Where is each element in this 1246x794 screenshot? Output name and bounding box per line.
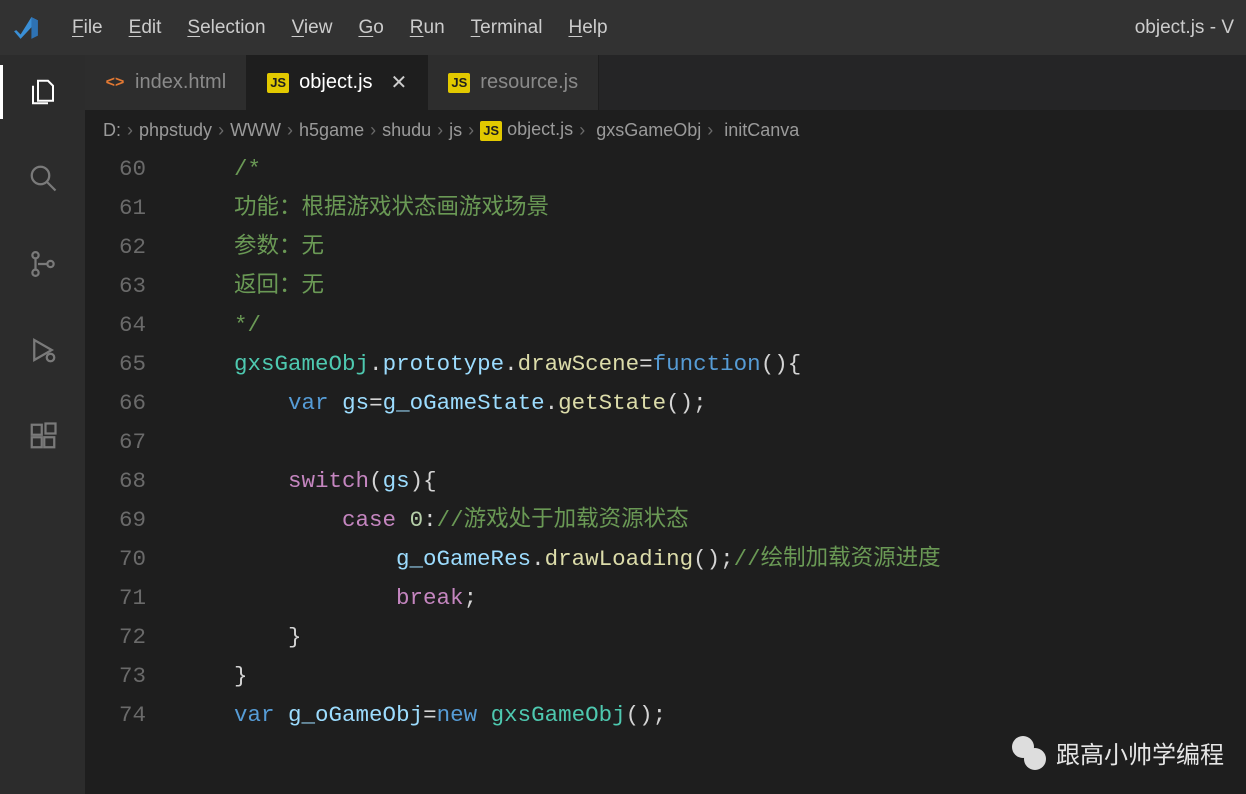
tab-label: index.html (135, 71, 226, 94)
wechat-icon (1012, 736, 1046, 770)
line-number: 74 (85, 696, 146, 735)
code-line[interactable]: switch(gs){ (180, 462, 1246, 501)
tab-object-js[interactable]: JS object.js ✕ (247, 55, 428, 110)
line-number: 69 (85, 501, 146, 540)
search-icon[interactable] (26, 161, 60, 195)
breadcrumb[interactable]: D: › phpstudy › WWW › h5game › shudu › js › JS objec… (85, 110, 1246, 150)
menu-bar: File Edit Selection View Go Run Terminal Help (72, 17, 608, 39)
chevron-right-icon: › (468, 120, 474, 141)
vscode-logo-icon (12, 14, 40, 42)
extensions-icon[interactable] (26, 419, 60, 453)
code-line[interactable] (180, 423, 1246, 462)
watermark: 跟高小帅学编程 (1012, 735, 1224, 770)
breadcrumb-item[interactable]: initCanva (719, 120, 799, 141)
code-line[interactable]: gxsGameObj.prototype.drawScene=function(… (180, 345, 1246, 384)
tab-bar: <> index.html JS object.js ✕ JS resource.js (85, 55, 1246, 110)
line-number: 73 (85, 657, 146, 696)
line-number: 66 (85, 384, 146, 423)
code-line[interactable]: var gs=g_oGameState.getState(); (180, 384, 1246, 423)
code-line[interactable]: 功能：根据游戏状态画游戏场景 (180, 189, 1246, 228)
breadcrumb-item[interactable]: D: (103, 120, 121, 141)
menu-go[interactable]: Go (358, 17, 383, 39)
breadcrumb-item[interactable]: js (449, 120, 462, 141)
code-line[interactable]: break; (180, 579, 1246, 618)
code-editor[interactable]: 606162636465666768697071727374 /* 功能：根据游… (85, 150, 1246, 794)
line-number: 62 (85, 228, 146, 267)
line-number: 65 (85, 345, 146, 384)
activity-bar (0, 55, 85, 794)
menu-edit[interactable]: Edit (129, 17, 162, 39)
chevron-right-icon: › (370, 120, 376, 141)
line-number: 60 (85, 150, 146, 189)
code-line[interactable]: case 0://游戏处于加载资源状态 (180, 501, 1246, 540)
chevron-right-icon: › (127, 120, 133, 141)
code-line[interactable]: /* (180, 150, 1246, 189)
explorer-icon[interactable] (26, 75, 60, 109)
code-line[interactable]: var g_oGameObj=new gxsGameObj(); (180, 696, 1246, 735)
chevron-right-icon: › (707, 120, 713, 141)
source-control-icon[interactable] (26, 247, 60, 281)
watermark-text: 跟高小帅学编程 (1056, 735, 1224, 770)
breadcrumb-item[interactable]: phpstudy (139, 120, 212, 141)
menu-selection[interactable]: Selection (187, 17, 265, 39)
line-number: 67 (85, 423, 146, 462)
line-number: 72 (85, 618, 146, 657)
menu-view[interactable]: View (292, 17, 333, 39)
breadcrumb-item[interactable]: WWW (230, 120, 281, 141)
line-number: 63 (85, 267, 146, 306)
code-line[interactable]: g_oGameRes.drawLoading();//绘制加载资源进度 (180, 540, 1246, 579)
line-number: 70 (85, 540, 146, 579)
line-number: 61 (85, 189, 146, 228)
chevron-right-icon: › (579, 120, 585, 141)
code-line[interactable]: 参数：无 (180, 228, 1246, 267)
run-debug-icon[interactable] (26, 333, 60, 367)
tab-label: resource.js (480, 71, 578, 94)
tab-resource-js[interactable]: JS resource.js (428, 55, 599, 110)
code-line[interactable]: 返回：无 (180, 267, 1246, 306)
editor-area: <> index.html JS object.js ✕ JS resource.js D:… (85, 55, 1246, 794)
line-gutter: 606162636465666768697071727374 (85, 150, 180, 794)
chevron-right-icon: › (218, 120, 224, 141)
tab-index-html[interactable]: <> index.html (85, 55, 247, 110)
chevron-right-icon: › (437, 120, 443, 141)
code-line[interactable]: */ (180, 306, 1246, 345)
code-line[interactable]: } (180, 657, 1246, 696)
line-number: 64 (85, 306, 146, 345)
window-title: object.js - V (1135, 17, 1234, 39)
chevron-right-icon: › (287, 120, 293, 141)
breadcrumb-item[interactable]: JS object.js (480, 119, 573, 141)
tab-label: object.js (299, 71, 372, 94)
menu-run[interactable]: Run (410, 17, 445, 39)
html-file-icon: <> (105, 73, 125, 93)
menu-file[interactable]: File (72, 17, 103, 39)
code-line[interactable]: } (180, 618, 1246, 657)
breadcrumb-item[interactable]: gxsGameObj (591, 120, 701, 141)
line-number: 71 (85, 579, 146, 618)
close-icon[interactable]: ✕ (391, 70, 408, 95)
js-file-icon: JS (448, 73, 470, 93)
titlebar: File Edit Selection View Go Run Terminal Help o… (0, 0, 1246, 55)
js-file-icon: JS (480, 121, 502, 141)
code-content[interactable]: /* 功能：根据游戏状态画游戏场景 参数：无 返回：无 */ gxsGameOb… (180, 150, 1246, 794)
js-file-icon: JS (267, 73, 289, 93)
breadcrumb-item[interactable]: h5game (299, 120, 364, 141)
menu-help[interactable]: Help (568, 17, 607, 39)
menu-terminal[interactable]: Terminal (471, 17, 543, 39)
line-number: 68 (85, 462, 146, 501)
breadcrumb-item[interactable]: shudu (382, 120, 431, 141)
